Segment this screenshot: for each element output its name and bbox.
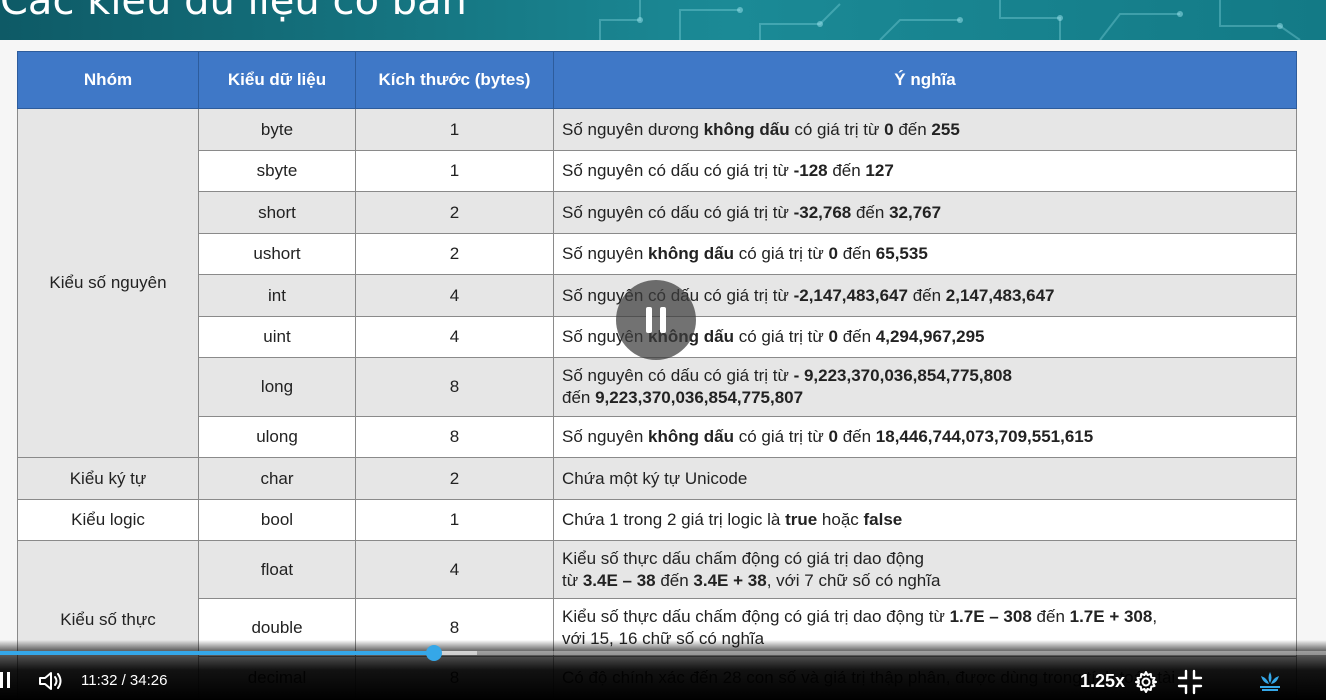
slide-header: Các kiểu dữ liệu cơ bản — [0, 0, 1326, 40]
group-cell-char: Kiểu ký tự — [17, 457, 199, 500]
meaning-cell: Số nguyên dương không dấu có giá trị từ … — [553, 108, 1297, 151]
table-row: Kiểu ký tự char 2 Chứa một ký tự Unicode — [17, 457, 1297, 500]
type-cell: byte — [198, 108, 356, 151]
slide-title: Các kiểu dữ liệu cơ bản — [0, 0, 467, 24]
video-controls-bar: 11:32 / 34:26 1.25x — [0, 640, 1326, 700]
size-cell: 2 — [355, 233, 554, 275]
volume-button[interactable] — [38, 670, 64, 697]
col-header-group: Nhóm — [17, 51, 199, 109]
col-header-meaning: Ý nghĩa — [553, 51, 1297, 109]
size-cell: 4 — [355, 316, 554, 358]
col-header-size: Kích thước (bytes) — [355, 51, 554, 109]
size-cell: 8 — [355, 357, 554, 417]
brand-logo — [1257, 670, 1283, 697]
size-cell: 8 — [355, 416, 554, 458]
exit-fullscreen-icon — [1177, 669, 1203, 695]
type-cell: char — [198, 457, 356, 500]
progress-played — [0, 651, 434, 655]
slide-content: Nhóm Kiểu dữ liệu Kích thước (bytes) Ý n… — [0, 40, 1326, 700]
group-cell-logic: Kiểu logic — [17, 499, 199, 541]
progress-bar[interactable] — [0, 645, 1326, 661]
logo-icon — [1260, 672, 1280, 691]
group-cell-integer: Kiểu số nguyên — [17, 108, 199, 458]
table-header-row: Nhóm Kiểu dữ liệu Kích thước (bytes) Ý n… — [17, 51, 1297, 109]
type-cell: sbyte — [198, 150, 356, 192]
size-cell: 4 — [355, 274, 554, 317]
table-row: ulong 8 Số nguyên không dấu có giá trị t… — [18, 416, 1297, 458]
type-cell: ulong — [198, 416, 356, 458]
table-row: short 2 Số nguyên có dấu có giá trị từ -… — [18, 191, 1297, 234]
progress-thumb[interactable] — [425, 645, 442, 661]
table-row: ushort 2 Số nguyên không dấu có giá trị … — [18, 233, 1297, 275]
col-header-type: Kiểu dữ liệu — [198, 51, 356, 109]
play-pause-button[interactable] — [0, 672, 14, 690]
pause-icon — [646, 307, 652, 333]
size-cell: 1 — [355, 150, 554, 192]
size-cell: 1 — [355, 499, 554, 541]
meaning-cell: Chứa một ký tự Unicode — [553, 457, 1297, 500]
time-display: 11:32 / 34:26 — [81, 672, 168, 689]
table-row: sbyte 1 Số nguyên có dấu có giá trị từ -… — [18, 150, 1297, 192]
meaning-cell: Chứa 1 trong 2 giá trị logic là true hoặ… — [553, 499, 1297, 541]
settings-button[interactable] — [1134, 670, 1158, 699]
size-cell: 2 — [355, 457, 554, 500]
type-cell: long — [198, 357, 356, 417]
meaning-cell: Số nguyên có dấu có giá trị từ - 9,223,3… — [553, 357, 1297, 417]
table-row: Kiểu số nguyên byte 1 Số nguyên dương kh… — [17, 108, 1297, 458]
type-cell: ushort — [198, 233, 356, 275]
type-cell: short — [198, 191, 356, 234]
pause-icon — [0, 672, 3, 688]
size-cell: 2 — [355, 191, 554, 234]
type-cell: float — [198, 540, 356, 599]
data-types-table: Nhóm Kiểu dữ liệu Kích thước (bytes) Ý n… — [17, 51, 1297, 699]
type-cell: bool — [198, 499, 356, 541]
meaning-cell: Số nguyên có dấu có giá trị từ -128 đến … — [553, 150, 1297, 192]
table-row: Kiểu logic bool 1 Chứa 1 trong 2 giá trị… — [17, 499, 1297, 541]
gear-icon — [1135, 671, 1157, 693]
volume-icon — [39, 672, 62, 690]
table-row: long 8 Số nguyên có dấu có giá trị từ - … — [18, 357, 1297, 417]
type-cell: int — [198, 274, 356, 317]
center-pause-button[interactable] — [616, 280, 696, 360]
size-cell: 1 — [355, 108, 554, 151]
meaning-cell: Kiểu số thực dấu chấm động có giá trị da… — [553, 540, 1297, 599]
table-row: Kiểu số thực float 4 Kiểu số thực dấu ch… — [17, 540, 1297, 699]
meaning-cell: Số nguyên không dấu có giá trị từ 0 đến … — [553, 233, 1297, 275]
exit-fullscreen-button[interactable] — [1177, 669, 1203, 700]
meaning-cell: Số nguyên có dấu có giá trị từ -32,768 đ… — [553, 191, 1297, 234]
pause-icon-bar — [7, 672, 10, 688]
pause-icon-bar — [660, 307, 666, 333]
playback-speed-button[interactable]: 1.25x — [1080, 671, 1125, 692]
type-cell: uint — [198, 316, 356, 358]
meaning-cell: Số nguyên không dấu có giá trị từ 0 đến … — [553, 416, 1297, 458]
size-cell: 4 — [355, 540, 554, 599]
